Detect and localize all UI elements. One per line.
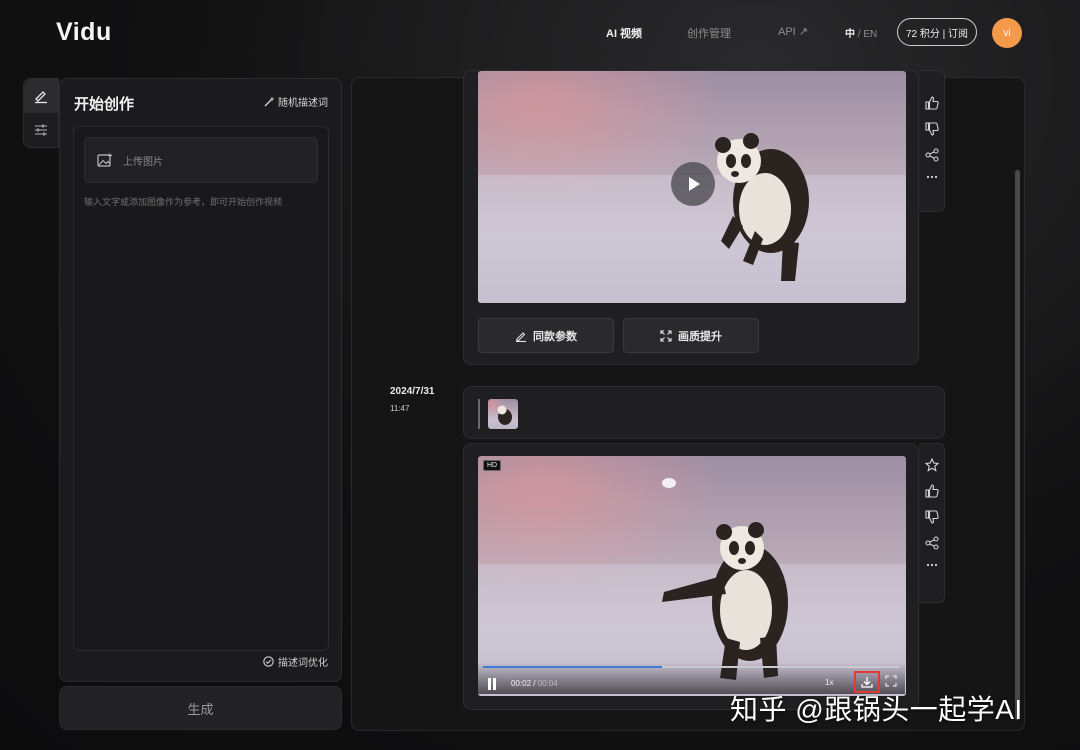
lang-other: EN — [863, 29, 878, 40]
video-player-2[interactable] — [478, 456, 906, 696]
optimize-description-button[interactable]: 描述词优化 — [263, 654, 328, 669]
nav-creation-management[interactable]: 创作管理 — [687, 25, 731, 41]
ball-image — [662, 478, 676, 488]
random-description-button[interactable]: 随机描述词 — [264, 94, 328, 109]
nav-ai-video[interactable]: AI 视频 — [606, 25, 642, 41]
playback-speed[interactable]: 1x — [825, 678, 833, 687]
check-circle-icon — [263, 656, 274, 667]
play-icon — [689, 177, 700, 191]
reference-divider — [478, 399, 480, 429]
fullscreen-icon[interactable] — [885, 675, 897, 687]
edit-icon — [516, 331, 526, 342]
results-scrollbar[interactable] — [1015, 170, 1020, 720]
avatar[interactable]: vi — [992, 18, 1022, 48]
prompt-area[interactable]: 上传图片 输入文字或添加图像作为参考，即可开始创作视频 — [73, 126, 329, 651]
hd-badge: HD — [483, 460, 502, 471]
video-preview-1[interactable] — [478, 71, 906, 303]
result-date: 2024/7/31 — [390, 386, 435, 397]
upload-image-button[interactable]: 上传图片 — [84, 137, 318, 183]
brush-icon — [35, 91, 47, 104]
thumbs-up-icon[interactable] — [924, 484, 939, 498]
language-switch[interactable]: 中 / EN — [845, 25, 877, 40]
random-description-label: 随机描述词 — [278, 98, 328, 109]
vidu-logo[interactable]: Vidu — [56, 18, 112, 47]
same-params-label: 同款参数 — [533, 330, 577, 343]
credits-subscribe-button[interactable]: 72 积分 | 订阅 — [897, 18, 977, 46]
nav-api[interactable]: API ↗ — [778, 25, 808, 38]
pause-icon[interactable] — [487, 678, 497, 690]
more-icon[interactable] — [925, 562, 939, 568]
card-1-actions — [919, 70, 945, 212]
rail-brush-button[interactable] — [24, 79, 58, 113]
result-card-1: 同款参数 画质提升 — [463, 70, 919, 365]
upscale-button[interactable]: 画质提升 — [623, 318, 759, 353]
generate-button[interactable]: 生成 — [59, 686, 342, 730]
download-icon — [861, 677, 873, 688]
optimize-description-label: 描述词优化 — [278, 658, 328, 669]
panel-title: 开始创作 — [74, 96, 135, 113]
progress-bar[interactable] — [483, 666, 899, 668]
rail-settings-button[interactable] — [24, 113, 58, 147]
magic-wand-icon — [264, 96, 275, 107]
panda-thumbnail-image — [497, 405, 512, 425]
share-icon[interactable] — [924, 148, 939, 162]
share-icon[interactable] — [924, 536, 939, 550]
same-params-button[interactable]: 同款参数 — [478, 318, 614, 353]
expand-icon — [660, 329, 672, 342]
watermark: 知乎 @跟锅头一起学AI — [730, 694, 1023, 725]
duration: 00:04 — [537, 679, 558, 688]
reference-card — [463, 386, 945, 439]
upscale-label: 画质提升 — [678, 330, 722, 343]
panda-standing-image — [662, 522, 788, 680]
thumbs-down-icon[interactable] — [924, 510, 939, 524]
lang-current: 中 — [845, 29, 855, 40]
result-time: 11:47 — [390, 404, 410, 413]
image-upload-icon — [97, 153, 112, 167]
reference-thumbnail[interactable] — [488, 399, 518, 429]
more-icon[interactable] — [925, 174, 939, 180]
create-panel: 开始创作 随机描述词 上传图片 输入文字或添加图像作为参考，即可开始创作视频 描… — [59, 78, 342, 682]
time-separator: / — [531, 679, 538, 688]
current-time: 00:02 — [511, 679, 532, 688]
star-icon[interactable] — [924, 458, 939, 472]
progress-fill — [483, 666, 662, 668]
prompt-placeholder[interactable]: 输入文字或添加图像作为参考，即可开始创作视频 — [84, 195, 282, 208]
sliders-icon — [35, 124, 47, 136]
panda-image — [715, 133, 809, 281]
time-readout: 00:02 / 00:04 — [511, 679, 558, 688]
play-button[interactable] — [671, 162, 715, 206]
upload-image-label: 上传图片 — [123, 156, 163, 168]
card-2-actions — [919, 443, 945, 603]
thumbs-down-icon[interactable] — [924, 122, 939, 136]
tool-rail — [23, 78, 59, 148]
thumbs-up-icon[interactable] — [924, 96, 939, 110]
